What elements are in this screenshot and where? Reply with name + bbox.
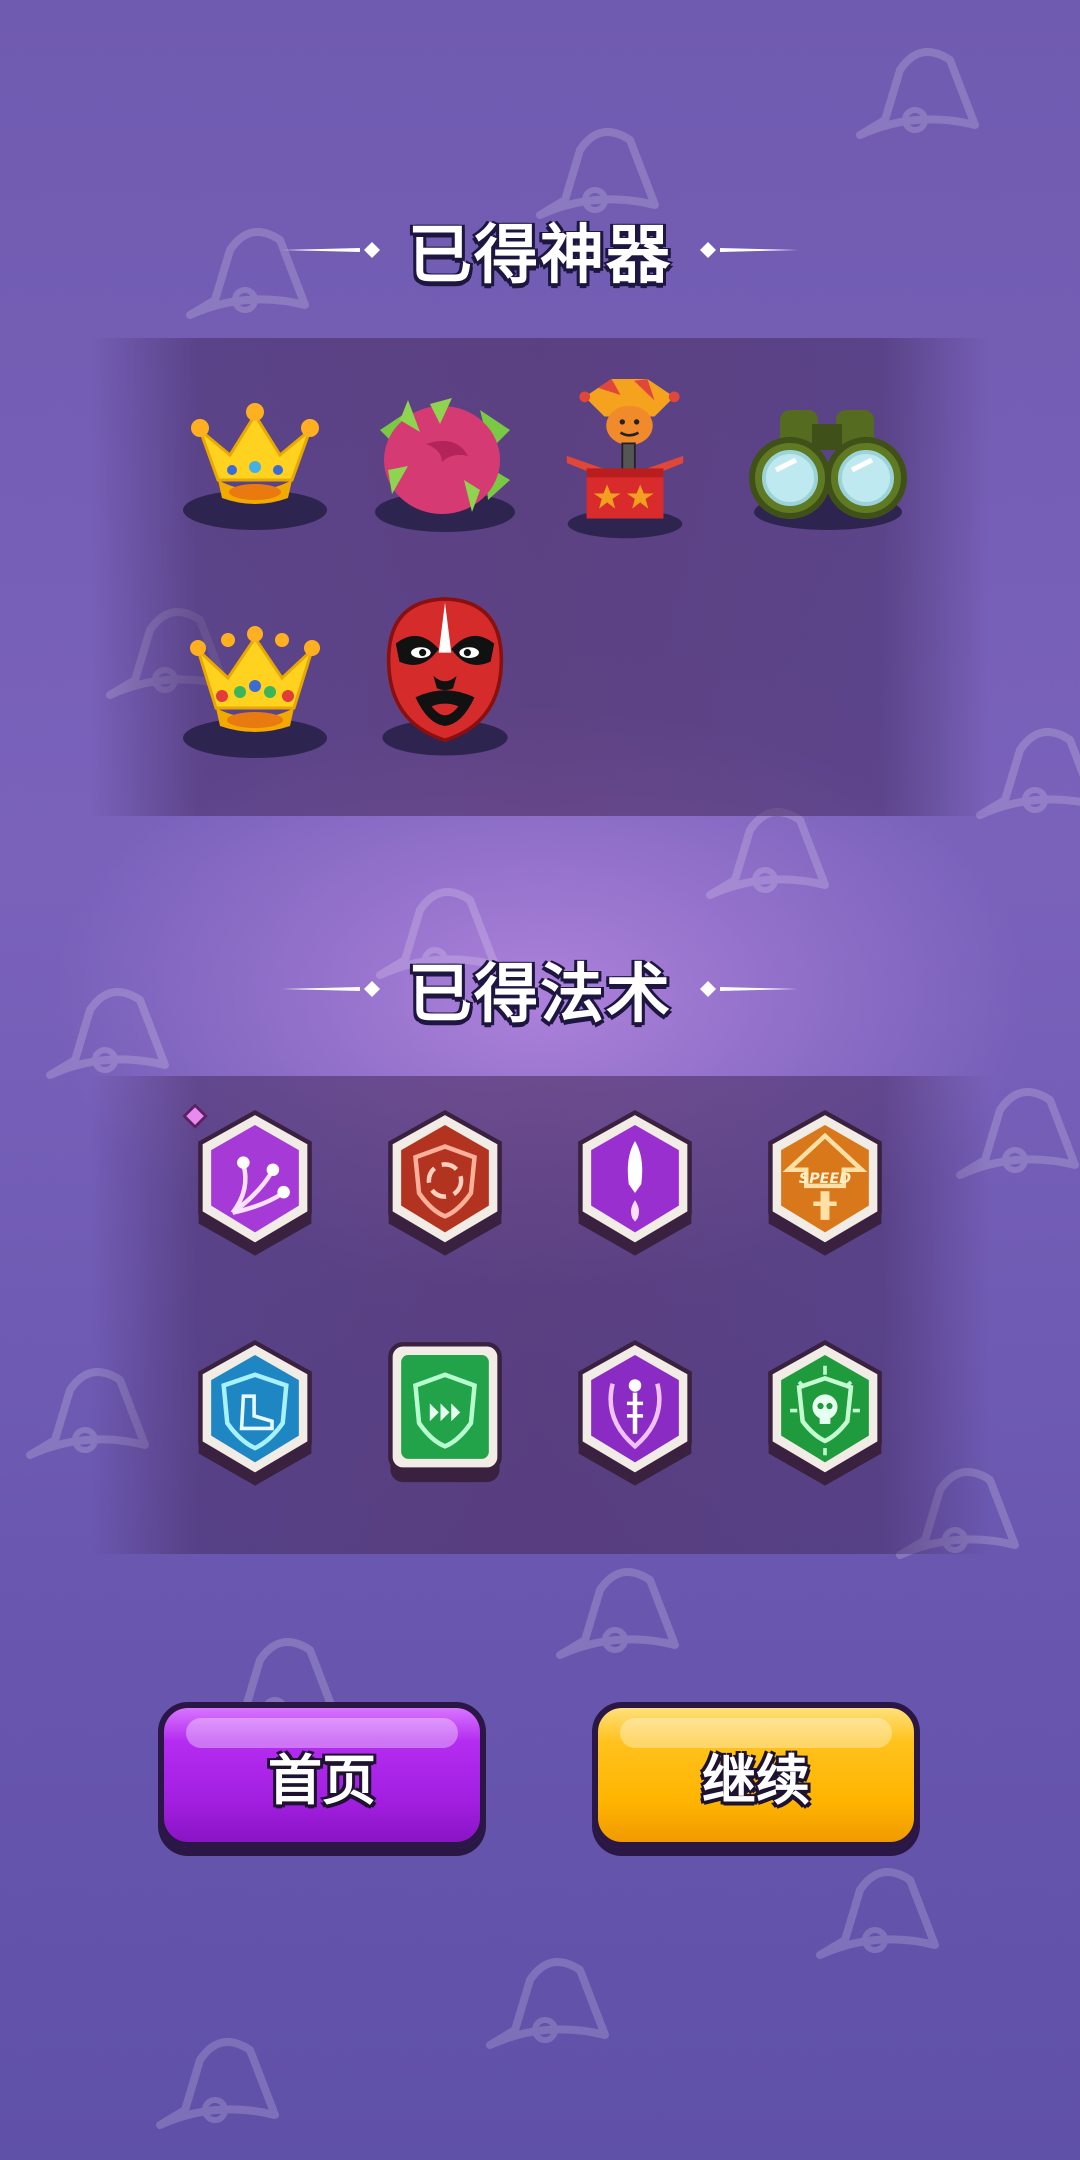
artifact-slot[interactable] <box>360 590 530 760</box>
boot-shield-spell-icon <box>198 1339 312 1486</box>
spell-slot[interactable] <box>360 1330 530 1500</box>
title-left-ornament-icon <box>282 242 380 258</box>
artifact-slot[interactable] <box>170 600 340 770</box>
binoculars-icon <box>749 410 907 530</box>
jack-in-the-box-icon <box>566 378 684 539</box>
split-shot-spell-icon <box>182 1103 312 1256</box>
speed-up-spell-icon: SPEED <box>768 1109 882 1256</box>
wizard-hat-icon <box>856 48 979 139</box>
gold-crown-icon <box>183 403 327 530</box>
wizard-hat-icon <box>156 2038 279 2129</box>
spells-section-title: 已得法术 <box>408 958 672 1032</box>
rotation-shield-spell-icon <box>388 1109 502 1256</box>
home-button-label: 首页 <box>268 1748 376 1812</box>
dash-shield-spell-icon <box>388 1342 502 1483</box>
spell-slot[interactable] <box>360 1100 530 1270</box>
artifact-slot[interactable] <box>740 380 910 550</box>
title-right-ornament-icon <box>700 242 798 258</box>
opera-mask-icon <box>382 597 508 756</box>
artifact-slot[interactable] <box>360 370 530 540</box>
jeweled-crown-icon <box>183 626 327 758</box>
poison-skull-spell-icon <box>768 1339 882 1486</box>
spell-slot[interactable] <box>550 1330 720 1500</box>
continue-button[interactable]: 继续 <box>592 1702 920 1848</box>
artifact-slot[interactable] <box>540 370 710 540</box>
wizard-hat-icon <box>556 1568 679 1659</box>
spell-slot[interactable]: SPEED <box>740 1100 910 1270</box>
spell-slot[interactable] <box>170 1330 340 1500</box>
piercing-shot-spell-icon <box>578 1109 692 1256</box>
dragon-fruit-icon <box>375 398 515 532</box>
wizard-hat-icon <box>486 1958 609 2049</box>
new-badge-icon <box>182 1103 208 1129</box>
wizard-hat-icon <box>816 1868 939 1959</box>
home-button[interactable]: 首页 <box>158 1702 486 1848</box>
title-right-ornament-icon <box>700 981 798 997</box>
speed-label: SPEED <box>799 1171 851 1187</box>
artifacts-section-header: 已得神器 <box>0 205 1080 295</box>
spell-slot[interactable] <box>170 1100 340 1270</box>
title-left-ornament-icon <box>282 981 380 997</box>
artifact-slot[interactable] <box>170 370 340 540</box>
spell-slot[interactable] <box>740 1330 910 1500</box>
artifacts-section-title: 已得神器 <box>408 219 672 293</box>
continue-button-label: 继续 <box>702 1748 810 1812</box>
spells-section-header: 已得法术 <box>0 944 1080 1034</box>
spell-slot[interactable] <box>550 1100 720 1270</box>
bone-shield-spell-icon <box>578 1339 692 1486</box>
wizard-hat-icon <box>706 808 829 899</box>
